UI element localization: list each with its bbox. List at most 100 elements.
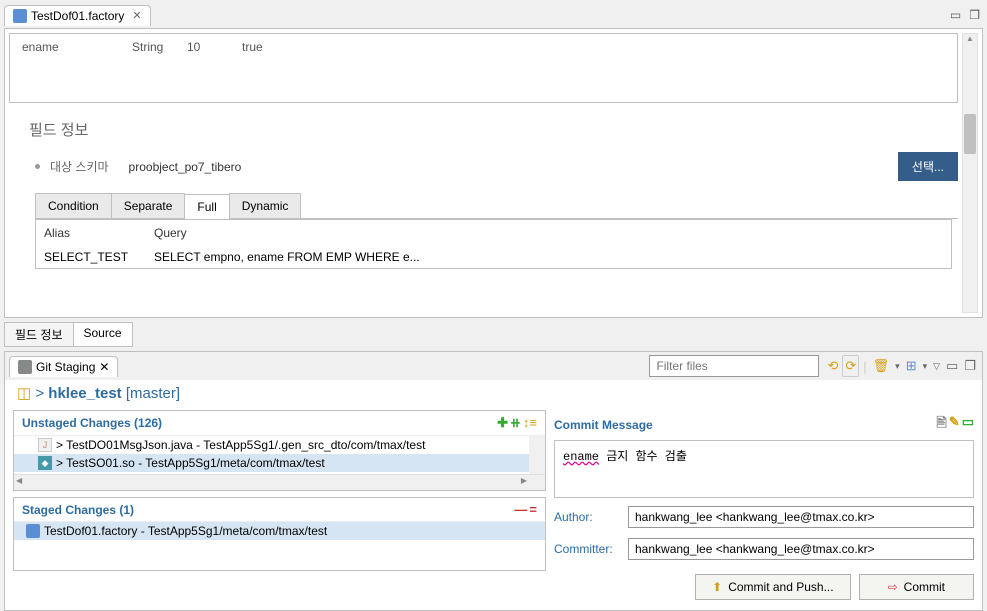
commit-msg-text: 금지 함수 검출 <box>599 450 687 464</box>
schema-value: proobject_po7_tibero <box>129 160 242 174</box>
commit-actions: 🖹 ✎ ▭ <box>936 414 974 436</box>
staged-title: Staged Changes (1) <box>22 503 134 517</box>
commit-message-input[interactable]: ename 금지 함수 검출 <box>554 440 974 498</box>
minimize-view-icon[interactable]: ▭ <box>944 356 960 376</box>
editor-tab-title: TestDof01.factory <box>31 9 124 23</box>
commit-label: Commit <box>904 580 945 594</box>
editor-tab-testdof[interactable]: TestDof01.factory ✕ <box>4 5 151 26</box>
maximize-icon[interactable]: ❐ <box>966 6 983 24</box>
close-tab-icon[interactable]: ✕ <box>99 360 109 374</box>
tab-dynamic[interactable]: Dynamic <box>229 193 302 218</box>
author-input[interactable] <box>628 506 974 528</box>
repo-branch: [master] <box>126 385 180 402</box>
committer-input[interactable] <box>628 538 974 560</box>
maximize-view-icon[interactable]: ❐ <box>962 356 978 376</box>
commit-msg-word: ename <box>563 450 599 464</box>
sync-icon[interactable]: ⟳ <box>842 355 859 377</box>
list-item[interactable]: J > TestDO01MsgJson.java - TestApp5Sg1/.… <box>14 436 545 454</box>
vertical-scrollbar[interactable] <box>529 436 545 474</box>
grid-cell-type: String <box>124 38 179 56</box>
commit-icon: ⇨ <box>888 580 898 594</box>
schema-row: 대상 스키마 proobject_po7_tibero 선택... <box>35 152 958 181</box>
unstage-icon[interactable]: — <box>514 502 527 517</box>
unstaged-header: Unstaged Changes (126) ✚ ⧺ ↕≡ <box>14 411 545 436</box>
bottom-tab-source[interactable]: Source <box>73 322 133 347</box>
git-staging-tab[interactable]: Git Staging ✕ <box>9 356 118 377</box>
so-file-icon: ◆ <box>38 456 52 470</box>
grid-row[interactable]: ename String 10 true <box>14 38 953 56</box>
stage-icon[interactable]: ✚ <box>497 415 508 431</box>
push-icon: ⬆ <box>712 580 722 594</box>
staged-header: Staged Changes (1) — = <box>14 498 545 522</box>
staged-file-list: TestDof01.factory - TestApp5Sg1/meta/com… <box>14 522 545 570</box>
chevron-right-icon: > <box>35 385 44 402</box>
list-item[interactable]: ◆ > TestSO01.so - TestApp5Sg1/meta/com/t… <box>14 454 545 472</box>
grid-cell-bool: true <box>234 38 289 56</box>
field-info-title: 필드 정보 <box>29 119 958 140</box>
staged-panel: Staged Changes (1) — = TestDof01.factory… <box>13 497 546 571</box>
repo-icon: ◫ <box>17 385 31 402</box>
scrollbar-thumb[interactable] <box>964 114 976 154</box>
file-path: > TestSO01.so - TestApp5Sg1/meta/com/tma… <box>56 456 325 470</box>
cell-alias: SELECT_TEST <box>44 250 154 264</box>
editor-window-controls: ▭ ❐ <box>947 6 983 24</box>
edit-icon[interactable]: ▭ <box>962 414 974 436</box>
tab-separate[interactable]: Separate <box>111 193 186 218</box>
author-label: Author: <box>554 510 622 524</box>
query-tabs: Condition Separate Full Dynamic <box>35 193 958 219</box>
amend-icon[interactable]: 🖹 <box>936 414 946 436</box>
grid-panel: ename String 10 true <box>9 33 958 103</box>
menu-icon[interactable]: ▽ <box>931 359 942 374</box>
unstaged-title: Unstaged Changes (126) <box>22 416 162 430</box>
sort-icon[interactable]: ↕≡ <box>523 415 537 431</box>
java-file-icon: J <box>38 438 52 452</box>
file-path: TestDof01.factory - TestApp5Sg1/meta/com… <box>44 524 327 538</box>
tab-full[interactable]: Full <box>184 194 229 219</box>
refresh-icon[interactable]: ⟲ <box>825 356 840 376</box>
git-tab-title: Git Staging <box>36 360 95 374</box>
staged-actions: — = <box>514 502 537 517</box>
close-tab-icon[interactable]: ✕ <box>132 9 141 22</box>
repo-title: ◫ > hklee_test [master] <box>5 380 982 410</box>
filter-box <box>649 355 819 377</box>
col-alias: Alias <box>44 226 154 240</box>
commit-button[interactable]: ⇨ Commit <box>859 574 974 600</box>
stage-all-icon[interactable]: ⧺ <box>510 415 521 431</box>
staging-grid: Unstaged Changes (126) ✚ ⧺ ↕≡ J > TestDO… <box>5 410 982 610</box>
grid-cell-len: 10 <box>179 38 234 56</box>
commit-and-push-button[interactable]: ⬆ Commit and Push... <box>695 574 850 600</box>
factory-file-icon <box>13 9 27 23</box>
query-table-row[interactable]: SELECT_TEST SELECT empno, ename FROM EMP… <box>36 246 951 268</box>
query-table: Alias Query SELECT_TEST SELECT empno, en… <box>35 219 952 269</box>
signoff-icon[interactable]: ✎ <box>949 414 960 436</box>
git-staging-view: Git Staging ✕ ⟲ ⟳ | 🗑 ▾ ⊞ ▾ ▽ ▭ ❐ ◫ > hk… <box>4 351 983 611</box>
editor-vertical-scrollbar[interactable] <box>962 33 978 313</box>
dropdown-icon[interactable]: ▾ <box>893 359 902 374</box>
unstage-all-icon[interactable]: = <box>529 502 537 517</box>
layout-icon[interactable]: ⊞ <box>904 356 919 376</box>
unstaged-file-list: J > TestDO01MsgJson.java - TestApp5Sg1/.… <box>14 436 545 474</box>
tab-condition[interactable]: Condition <box>35 193 112 218</box>
left-column: Unstaged Changes (126) ✚ ⧺ ↕≡ J > TestDO… <box>13 410 546 602</box>
committer-row: Committer: <box>554 536 974 562</box>
author-row: Author: <box>554 504 974 530</box>
horizontal-scrollbar[interactable] <box>14 474 545 490</box>
commit-header: Commit Message 🖹 ✎ ▭ <box>554 410 974 440</box>
dropdown-icon[interactable]: ▾ <box>921 359 930 374</box>
list-item[interactable]: TestDof01.factory - TestApp5Sg1/meta/com… <box>14 522 545 540</box>
filter-files-input[interactable] <box>649 355 819 377</box>
schema-select-button[interactable]: 선택... <box>898 152 958 181</box>
bottom-tab-field[interactable]: 필드 정보 <box>4 322 74 347</box>
field-info-section: 필드 정보 대상 스키마 proobject_po7_tibero 선택... … <box>5 107 982 283</box>
col-query: Query <box>154 226 943 240</box>
commit-buttons: ⬆ Commit and Push... ⇨ Commit <box>554 568 974 602</box>
git-icon <box>18 360 32 374</box>
trash-icon[interactable]: 🗑 <box>871 356 892 376</box>
commit-push-label: Commit and Push... <box>728 580 833 594</box>
unstaged-actions: ✚ ⧺ ↕≡ <box>497 415 537 431</box>
bullet-icon <box>35 164 40 169</box>
right-column: Commit Message 🖹 ✎ ▭ ename 금지 함수 검출 Auth… <box>554 410 974 602</box>
commit-panel: Commit Message 🖹 ✎ ▭ ename 금지 함수 검출 <box>554 410 974 498</box>
minimize-icon[interactable]: ▭ <box>947 6 964 24</box>
git-tab-bar: Git Staging ✕ ⟲ ⟳ | 🗑 ▾ ⊞ ▾ ▽ ▭ ❐ <box>5 352 982 380</box>
